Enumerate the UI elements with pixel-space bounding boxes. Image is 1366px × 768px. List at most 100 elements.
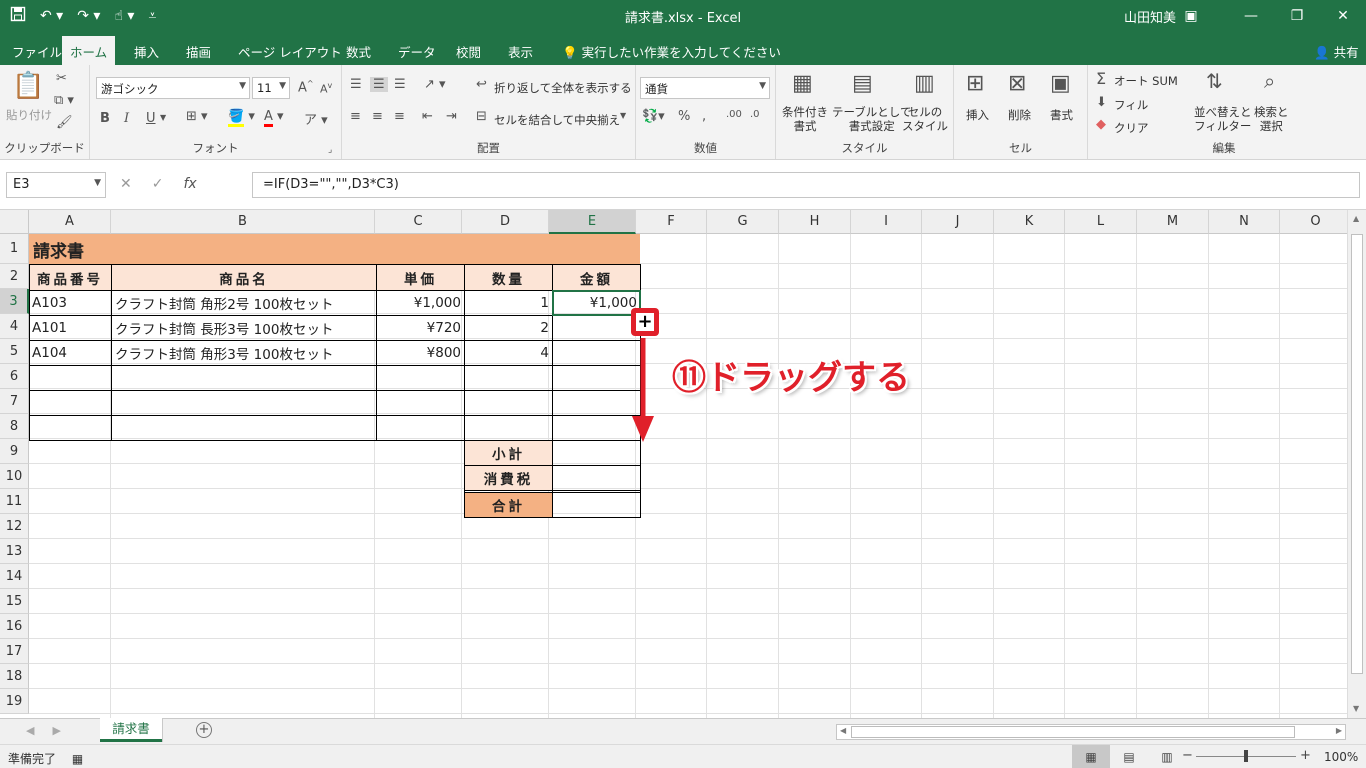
item-name[interactable]: クラフト封筒 長形3号 100枚セット [112,316,376,340]
row-header-9[interactable]: 9 [0,439,29,464]
align-left-icon[interactable]: ≡ [350,109,361,124]
decrease-font-icon[interactable]: Av [320,81,332,96]
page-layout-view-icon[interactable]: ▤ [1110,745,1148,768]
increase-decimal-icon[interactable]: .00 [726,109,742,120]
column-header-n[interactable]: N [1209,210,1280,234]
header-qty[interactable]: 数量 [465,265,552,290]
tab-home[interactable]: ホーム [62,36,116,65]
vertical-scrollbar[interactable]: ▲ ▼ [1347,210,1366,718]
copy-icon[interactable]: ⧉ ▾ [54,93,74,108]
item-qty[interactable]: 2 [465,316,552,340]
insert-cells-icon[interactable]: ⊞ [966,71,984,96]
percent-style-button[interactable]: % [678,109,690,124]
delete-cells-button[interactable]: 削除 [1008,107,1031,123]
scroll-left-icon[interactable]: ◀ [840,726,846,735]
column-header-b[interactable]: B [111,210,375,234]
wrap-text-button[interactable]: 折り返して全体を表示する [494,80,632,96]
page-break-view-icon[interactable]: ▥ [1148,745,1186,768]
comma-style-icon[interactable]: , [702,109,706,124]
accounting-format-icon[interactable]: 💱▾ [642,109,665,124]
fill-icon[interactable]: ⬇ [1096,95,1107,110]
row-header-1[interactable]: 1 [0,234,29,264]
column-header-k[interactable]: K [994,210,1065,234]
align-middle-icon[interactable]: ☰ [370,77,388,92]
tab-formulas[interactable]: 数式 [338,38,379,65]
column-header-d[interactable]: D [462,210,549,234]
chevron-down-icon[interactable]: ▼ [160,113,166,122]
find-select-button[interactable]: 検索と 選択 [1254,105,1289,133]
row-header-11[interactable]: 11 [0,489,29,514]
tab-data[interactable]: データ [390,38,444,65]
dialog-launcher-icon[interactable]: ⌟ [328,145,332,155]
cancel-icon[interactable]: ✕ [120,176,132,192]
row-header-10[interactable]: 10 [0,464,29,489]
autosum-icon[interactable]: Σ [1096,69,1106,88]
header-price[interactable]: 単価 [377,265,464,290]
column-header-o[interactable]: O [1280,210,1352,234]
tab-view[interactable]: 表示 [500,38,541,65]
format-as-table-icon[interactable]: ▤ [852,71,873,96]
row-header-16[interactable]: 16 [0,614,29,639]
cell-styles-icon[interactable]: ▥ [914,71,935,96]
item-qty[interactable]: 1 [465,291,552,315]
scroll-up-icon[interactable]: ▲ [1353,214,1359,223]
fill-color-icon[interactable]: 🪣 ▾ [228,109,255,127]
item-code[interactable]: A103 [29,291,111,315]
format-painter-icon[interactable]: 🖌 [56,115,73,130]
select-all-button[interactable] [0,210,29,234]
increase-font-icon[interactable]: A^ [298,79,314,95]
header-name[interactable]: 商品名 [112,265,376,290]
item-qty[interactable]: 4 [465,341,552,365]
orientation-icon[interactable]: ↗ ▾ [424,77,446,92]
underline-button[interactable]: U [146,111,156,126]
paste-icon[interactable]: 📋 [12,71,44,101]
row-header-13[interactable]: 13 [0,539,29,564]
column-header-l[interactable]: L [1065,210,1137,234]
sheet-nav-arrows[interactable]: ◀▶ [26,724,79,737]
header-code[interactable]: 商品番号 [29,265,111,290]
share-button[interactable]: 👤 共有 [1314,42,1359,61]
bold-button[interactable]: B [100,111,110,126]
fill-button[interactable]: フィル [1114,97,1148,113]
sheet-tab[interactable]: 請求書 [100,718,162,742]
format-cells-button[interactable]: 書式 [1050,107,1073,123]
italic-button[interactable]: I [124,111,129,126]
name-box[interactable]: E3 ▼ [6,172,106,198]
item-name[interactable]: クラフト封筒 角形2号 100枚セット [112,291,376,315]
column-header-f[interactable]: F [636,210,707,234]
tab-review[interactable]: 校閲 [448,38,489,65]
conditional-format-icon[interactable]: ▦ [792,71,813,96]
scroll-right-icon[interactable]: ▶ [1336,726,1342,735]
eraser-icon[interactable]: ◆ [1096,117,1106,132]
item-price[interactable]: ¥720 [377,316,464,340]
invoice-title[interactable]: 請求書 [29,234,640,264]
zoom-level[interactable]: 100% [1324,750,1358,764]
scroll-down-icon[interactable]: ▼ [1353,704,1359,713]
align-bottom-icon[interactable]: ☰ [394,77,406,92]
tell-me-box[interactable]: 💡 実行したい作業を入力してください [562,42,781,61]
row-header-18[interactable]: 18 [0,664,29,689]
column-header-g[interactable]: G [707,210,779,234]
row-header-15[interactable]: 15 [0,589,29,614]
decrease-indent-icon[interactable]: ⇤ [422,109,433,124]
tab-file[interactable]: ファイル [4,38,70,65]
row-header-8[interactable]: 8 [0,414,29,439]
insert-function-icon[interactable]: fx [183,176,196,192]
row-header-2[interactable]: 2 [0,264,29,289]
column-header-e[interactable]: E [549,210,636,234]
search-icon[interactable]: ⌕ [1264,69,1275,93]
tab-page-layout[interactable]: ページ レイアウト [230,38,350,65]
close-icon[interactable]: ✕ [1320,0,1366,32]
column-header-h[interactable]: H [779,210,851,234]
format-cells-icon[interactable]: ▣ [1050,71,1071,96]
scrollbar-thumb[interactable] [851,726,1295,738]
decrease-decimal-icon[interactable]: .0 [750,109,760,120]
tab-insert[interactable]: 挿入 [126,38,167,65]
item-amount[interactable] [553,316,640,340]
macro-record-icon[interactable]: ▦ [72,752,83,766]
total-label[interactable]: 合計 [465,493,552,517]
autosum-button[interactable]: オート SUM [1114,73,1178,89]
row-header-3[interactable]: 3 [0,289,29,314]
delete-cells-icon[interactable]: ⊠ [1008,71,1026,96]
row-header-12[interactable]: 12 [0,514,29,539]
